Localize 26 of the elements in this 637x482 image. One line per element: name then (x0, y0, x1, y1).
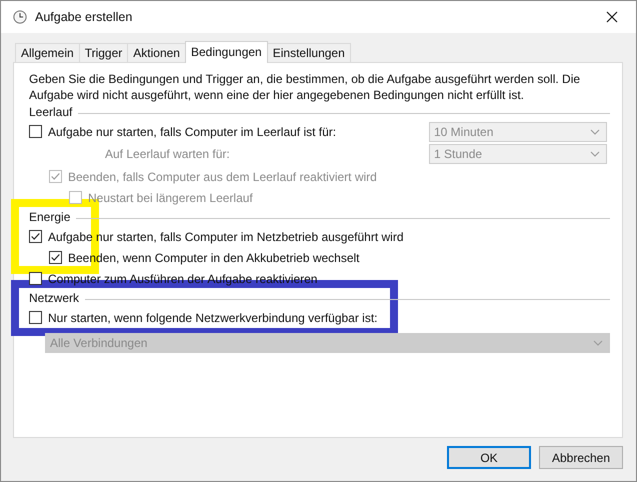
field-label: Auf Leerlauf warten für: (105, 147, 230, 161)
group-title: Energie (29, 210, 72, 224)
dialog-button[interactable]: OK (447, 446, 531, 469)
checkbox-label: Neustart bei längerem Leerlauf (88, 190, 253, 204)
tab[interactable]: Allgemein (15, 43, 80, 62)
checkbox-label: Aufgabe nur starten, falls Computer im Leerlauf ist für: (48, 124, 336, 138)
checkbox[interactable] (29, 272, 42, 285)
checkbox[interactable] (49, 251, 62, 264)
group-title: Leerlauf (29, 105, 74, 119)
chevron-down-icon (590, 151, 600, 157)
checkbox[interactable] (29, 311, 42, 324)
checkbox-label: Nur starten, wenn folgende Netzwerkverbindung verfügbar ist: (48, 310, 378, 324)
group-title: Netzwerk (29, 291, 80, 305)
chevron-down-icon (590, 128, 600, 134)
window-title: Aufgabe erstellen (35, 10, 134, 24)
tab[interactable]: Bedingungen (184, 41, 268, 63)
description-text: Geben Sie die Bedingungen und Trigger an, die bestimmen, ob die Aufgabe ausgeführt werden soll. Die Aufgabe wird nicht ausgeführt, wenn eine der hier angegebenen Bedingungen nicht erfüllt ist. (29, 71, 582, 103)
checkbox[interactable] (29, 230, 42, 243)
tab[interactable]: Einstellungen (266, 43, 351, 62)
chevron-down-icon (593, 340, 603, 346)
tab[interactable]: Trigger (78, 43, 128, 62)
checkbox-label: Beenden, falls Computer aus dem Leerlauf reaktiviert wird (68, 170, 377, 184)
clock-icon (13, 10, 27, 24)
checkbox[interactable] (29, 125, 42, 138)
close-icon[interactable] (606, 11, 618, 23)
dialog-button[interactable]: Abbrechen (539, 446, 623, 469)
